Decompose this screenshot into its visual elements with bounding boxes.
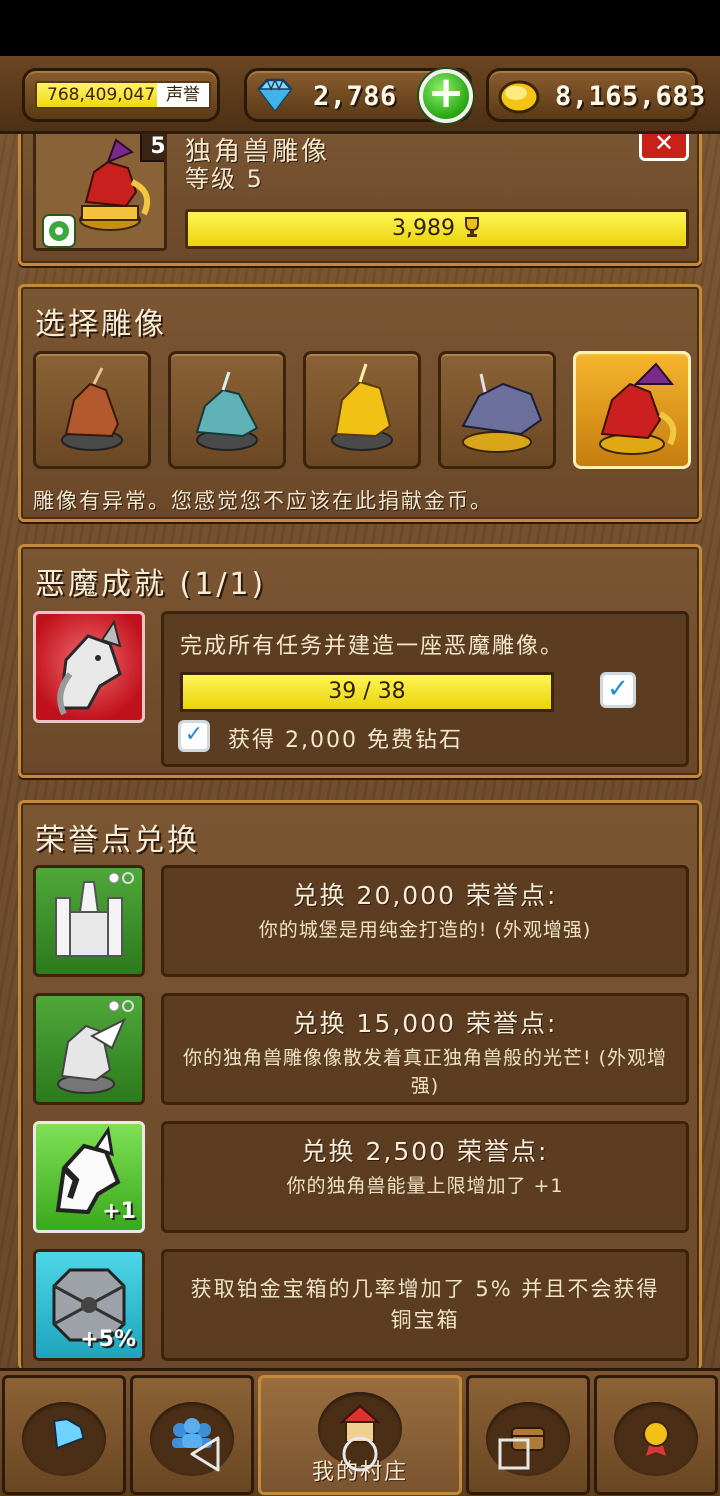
gold-coin-icon — [498, 80, 540, 114]
honor-exchange-cost: 兑换 15,000 荣誉点: — [292, 1009, 558, 1038]
gear-icon[interactable] — [42, 214, 76, 248]
honor-exchange-description: 你的独角兽能量上限增加了 +1 — [286, 1175, 564, 1197]
diamond-icon — [257, 78, 293, 113]
demon-unicorn-statue-icon — [599, 362, 677, 455]
statue-description: 雕像有异常。您感觉您不应该在此捐献金币。 — [33, 489, 493, 513]
diamond-icon — [53, 1418, 85, 1450]
bottom-navigation: 我的村庄 — [0, 1368, 720, 1496]
unicorn-head-icon — [57, 619, 122, 716]
trophy-count: 3,989 — [392, 216, 455, 241]
bronze-unicorn-statue-icon — [61, 367, 123, 451]
chance-percent-badge: +5% — [80, 1327, 136, 1352]
demon-achievement-title: 恶魔成就 (1/1) — [35, 567, 267, 602]
demon-achievement-progress: 39 / 38 — [328, 679, 406, 704]
honor-exchange-description: 你的独角兽雕像像散发着真正独角兽般的光芒! (外观增强) — [182, 1047, 668, 1097]
honor-exchange-row[interactable]: 兑换 20,000 荣誉点: 你的城堡是用纯金打造的! (外观增强) — [161, 865, 689, 977]
statue-option-demon[interactable] — [573, 351, 691, 469]
energy-upgrade-icon: +1 — [33, 1121, 145, 1233]
medal-icon — [643, 1421, 669, 1456]
demon-achievement-panel: 恶魔成就 (1/1) 完成所有任务并建造一座恶魔雕像。 39 / 38 ✓ ✓ … — [18, 544, 702, 778]
status-bar — [0, 0, 720, 56]
add-gems-button[interactable]: + — [419, 69, 473, 123]
honor-exchange-row[interactable]: 获取铂金宝箱的几率增加了 5% 并且不会获得铜宝箱 — [161, 1249, 689, 1361]
honor-exchange-row[interactable]: 兑换 15,000 荣誉点: 你的独角兽雕像像散发着真正独角兽般的光芒! (外观… — [161, 993, 689, 1105]
pegasus-statue-icon — [57, 1000, 134, 1094]
gem-counter[interactable]: 2,786 + — [244, 68, 473, 123]
select-statue-panel: 选择雕像 雕像有异常。您感觉您不应该在此捐献金币。 — [18, 284, 702, 522]
platinum-chest-icon: +5% — [33, 1249, 145, 1361]
dark-unicorn-statue-icon — [461, 373, 543, 453]
recents-icon[interactable] — [494, 1434, 534, 1474]
statue-option-dark[interactable] — [438, 351, 556, 469]
honor-exchange-row[interactable]: 兑换 2,500 荣誉点: 你的独角兽能量上限增加了 +1 — [161, 1121, 689, 1233]
demon-achievement-details: 完成所有任务并建造一座恶魔雕像。 39 / 38 ✓ ✓ 获得 2,000 免费… — [161, 611, 689, 767]
statue-option-gold[interactable] — [303, 351, 421, 469]
nav-icon-holder — [614, 1402, 698, 1476]
prestige-counter[interactable]: 768,409,047 声誉 — [22, 68, 220, 122]
statue-header-panel: 5 独角兽雕像 等级 5 ✕ 3,989 — [18, 119, 702, 266]
trophy-progress-bar: 3,989 — [185, 209, 689, 249]
energy-plus-badge: +1 — [102, 1199, 136, 1224]
statue-option-bronze[interactable] — [33, 351, 151, 469]
honor-exchange-panel: 荣誉点兑换 兑换 20,000 荣誉点: 你的城堡是用纯金打造的! (外观增强)… — [18, 800, 702, 1370]
tab-achievements[interactable] — [594, 1375, 718, 1495]
prestige-field: 768,409,047 声誉 — [35, 81, 211, 109]
resource-bar: 768,409,047 声誉 2,786 + 8,165,683 — [0, 56, 720, 134]
honor-exchange-title: 荣誉点兑换 — [35, 823, 200, 858]
honor-exchange-description: 你的城堡是用纯金打造的! (外观增强) — [258, 919, 592, 941]
honor-exchange-description: 获取铂金宝箱的几率增加了 5% 并且不会获得铜宝箱 — [190, 1277, 660, 1332]
teal-unicorn-statue-icon — [195, 371, 259, 451]
reward-claimed-checkbox[interactable]: ✓ — [178, 720, 210, 752]
golden-castle-icon — [33, 865, 145, 977]
prestige-label: 声誉 — [157, 83, 209, 107]
achievement-complete-checkbox[interactable]: ✓ — [600, 672, 636, 708]
statue-option-teal[interactable] — [168, 351, 286, 469]
prestige-value: 768,409,047 — [47, 85, 156, 105]
demon-achievement-icon — [33, 611, 145, 723]
nav-icon-holder — [22, 1402, 106, 1476]
honor-exchange-cost: 兑换 2,500 荣誉点: — [301, 1137, 549, 1166]
home-circle-icon[interactable] — [340, 1434, 380, 1474]
back-icon[interactable] — [186, 1434, 226, 1474]
select-statue-title: 选择雕像 — [35, 307, 167, 342]
gold-counter[interactable]: 8,165,683 — [486, 68, 705, 122]
gem-count: 2,786 — [313, 81, 397, 112]
demon-achievement-progress-bar: 39 / 38 — [180, 672, 554, 712]
demon-achievement-reward: 获得 2,000 免费钻石 — [228, 728, 463, 753]
gold-unicorn-statue-icon — [331, 363, 393, 451]
gold-count: 8,165,683 — [555, 81, 706, 112]
honor-exchange-cost: 兑换 20,000 荣誉点: — [292, 881, 558, 910]
castle-icon — [55, 872, 134, 957]
statue-level: 等级 5 — [185, 165, 264, 193]
trophy-icon — [464, 217, 479, 237]
shining-statue-icon — [33, 993, 145, 1105]
demon-achievement-description: 完成所有任务并建造一座恶魔雕像。 — [180, 634, 565, 659]
tab-gems[interactable] — [2, 1375, 126, 1495]
current-statue-thumbnail[interactable]: 5 — [33, 119, 167, 251]
